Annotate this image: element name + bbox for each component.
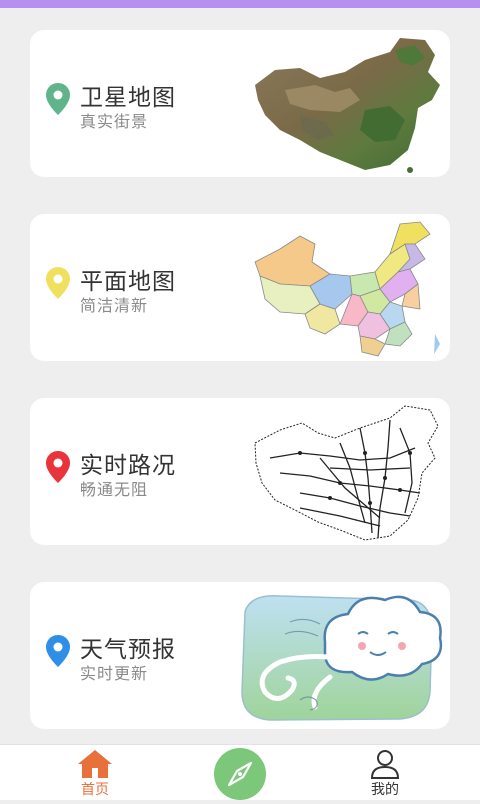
location-pin-icon — [46, 635, 70, 667]
compass-icon — [227, 761, 253, 787]
card-title: 平面地图 — [80, 269, 176, 295]
card-flat-map[interactable]: 平面地图 简洁清新 — [30, 214, 450, 361]
card-title: 天气预报 — [80, 637, 176, 663]
location-pin-icon — [46, 451, 70, 483]
tab-mine[interactable]: 我的 — [335, 745, 435, 801]
user-icon — [370, 750, 400, 779]
satellite-map-image — [255, 38, 440, 173]
card-weather[interactable]: 天气预报 实时更新 — [30, 582, 450, 729]
card-title: 实时路况 — [80, 453, 176, 479]
home-icon — [78, 750, 112, 778]
card-subtitle: 畅通无阻 — [80, 480, 149, 499]
card-subtitle: 真实街景 — [80, 112, 149, 131]
card-traffic[interactable]: 实时路况 畅通无阻 — [30, 398, 450, 545]
weather-cloud-image — [241, 595, 443, 721]
tab-mine-label: 我的 — [371, 782, 399, 798]
compass-button[interactable] — [214, 748, 266, 800]
location-pin-icon — [46, 83, 70, 115]
card-subtitle: 简洁清新 — [80, 296, 149, 315]
card-title: 卫星地图 — [80, 85, 176, 111]
status-bar — [0, 0, 480, 8]
flat-map-image — [254, 221, 440, 357]
tab-home-label: 首页 — [81, 782, 109, 798]
traffic-map-image — [254, 405, 439, 541]
card-subtitle: 实时更新 — [80, 664, 149, 683]
location-pin-icon — [46, 267, 70, 299]
card-satellite-map[interactable]: 卫星地图 真实街景 — [30, 30, 450, 177]
tab-home[interactable]: 首页 — [45, 745, 145, 801]
